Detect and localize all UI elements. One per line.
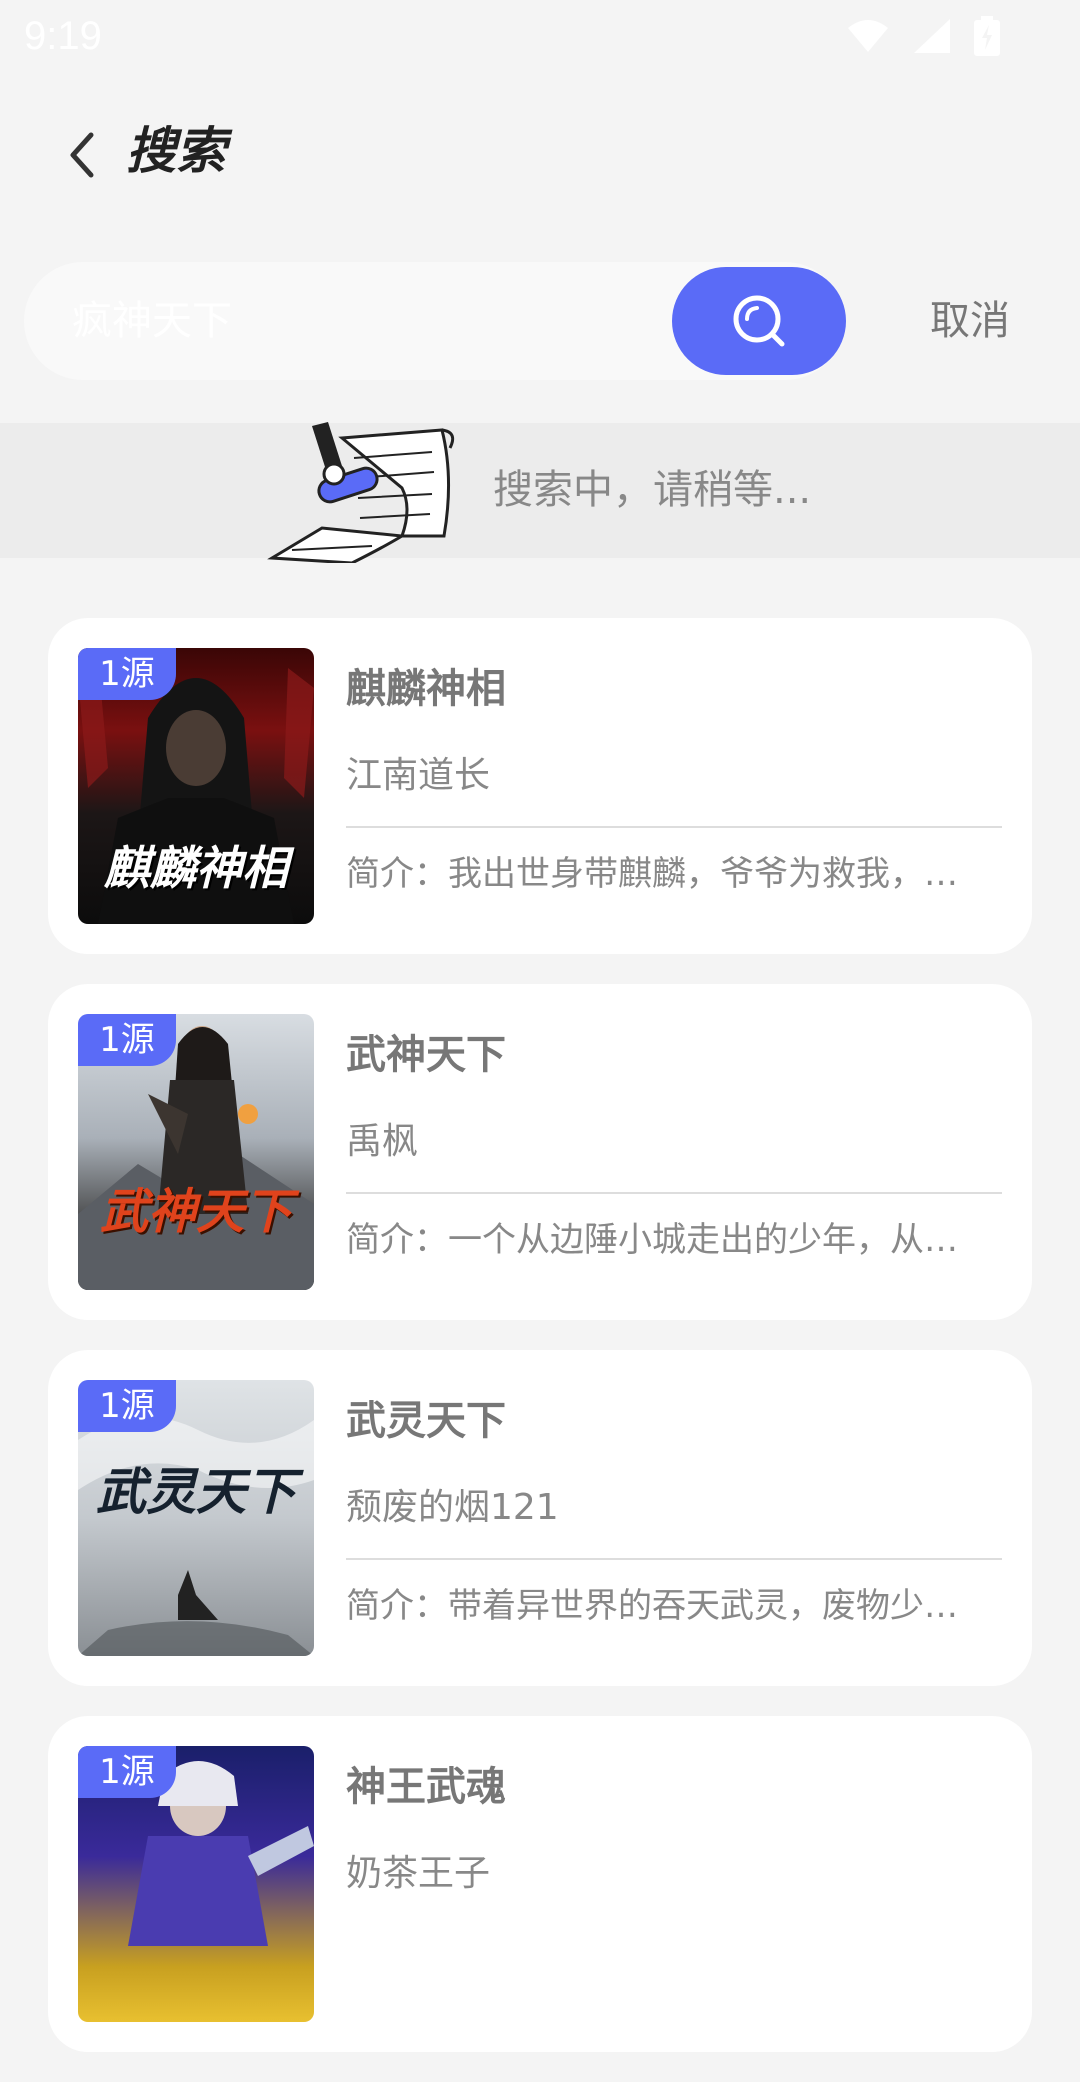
book-card[interactable]: 1源 神王武魂 奶茶王子 xyxy=(48,1716,1032,2052)
status-time: 9:19 xyxy=(24,14,102,58)
book-title: 武神天下 xyxy=(346,1032,506,1078)
cover-title: 武神天下 xyxy=(99,1184,292,1240)
loading-banner: 搜索中，请稍等... xyxy=(0,422,1080,563)
book-author: 奶茶王子 xyxy=(346,1853,491,1894)
book-intro: 简介：带着异世界的吞天武灵，废物少… xyxy=(346,1586,958,1626)
divider xyxy=(346,1192,1002,1194)
search-icon xyxy=(733,295,785,347)
book-card[interactable]: 武神天下 1源 武神天下 禹枫 简介：一个从边陲小城走出的少年，从… xyxy=(48,984,1032,1320)
book-author: 禹枫 xyxy=(346,1121,419,1162)
divider xyxy=(346,826,1002,828)
chevron-left-icon xyxy=(70,132,94,178)
book-title: 麒麟神相 xyxy=(346,666,506,712)
book-title: 神王武魂 xyxy=(346,1764,506,1810)
results-list: 麒麟神相 1源 麒麟神相 江南道长 简介：我出世身带麒麟，爷爷为救我，… 武神天… xyxy=(48,618,1032,2082)
source-badge: 1源 xyxy=(78,648,176,700)
writing-scroll-illustration xyxy=(267,422,455,563)
search-input[interactable] xyxy=(72,262,632,380)
battery-icon xyxy=(974,16,1000,56)
wifi-icon xyxy=(848,20,888,52)
book-cover: 武灵天下 1源 xyxy=(78,1380,314,1656)
book-author: 颓废的烟121 xyxy=(346,1487,559,1528)
cover-title: 武灵天下 xyxy=(96,1463,296,1521)
search-button[interactable] xyxy=(672,267,846,375)
book-author: 江南道长 xyxy=(346,755,491,796)
source-badge: 1源 xyxy=(78,1380,176,1432)
cancel-button[interactable]: 取消 xyxy=(930,262,1010,380)
book-cover: 1源 xyxy=(78,1746,314,2022)
book-intro: 简介：我出世身带麒麟，爷爷为救我，… xyxy=(346,854,958,894)
book-card[interactable]: 武灵天下 1源 武灵天下 颓废的烟121 简介：带着异世界的吞天武灵，废物少… xyxy=(48,1350,1032,1686)
back-button[interactable] xyxy=(52,122,112,188)
book-intro: 简介：一个从边陲小城走出的少年，从… xyxy=(346,1220,958,1260)
source-badge: 1源 xyxy=(78,1014,176,1066)
source-badge: 1源 xyxy=(78,1746,176,1798)
top-bar: 搜索 xyxy=(0,100,1080,210)
loading-text: 搜索中，请稍等... xyxy=(493,467,812,513)
cover-title: 麒麟神相 xyxy=(104,841,288,895)
signal-icon xyxy=(914,19,950,53)
status-icons xyxy=(846,16,1000,56)
divider xyxy=(346,1558,1002,1560)
book-cover: 武神天下 1源 xyxy=(78,1014,314,1290)
book-card[interactable]: 麒麟神相 1源 麒麟神相 江南道长 简介：我出世身带麒麟，爷爷为救我，… xyxy=(48,618,1032,954)
book-cover: 麒麟神相 1源 xyxy=(78,648,314,924)
page-title: 搜索 xyxy=(126,122,226,180)
search-row: 取消 xyxy=(0,262,1080,382)
status-bar: 9:19 xyxy=(0,0,1080,70)
book-title: 武灵天下 xyxy=(346,1398,506,1444)
